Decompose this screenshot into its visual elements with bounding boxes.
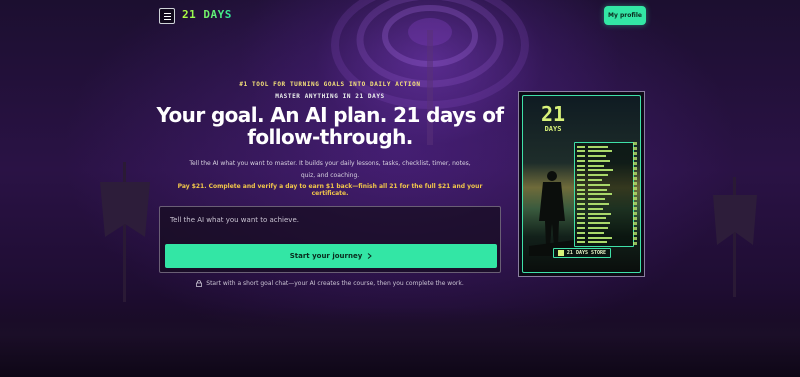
hero-headline: Your goal. An AI plan. 21 days of follow… xyxy=(156,103,505,149)
poster-schedule xyxy=(574,142,634,247)
hamburger-icon xyxy=(163,12,171,14)
goal-input[interactable]: Tell the AI what you want to achieve. xyxy=(170,216,299,224)
menu-button[interactable] xyxy=(159,8,175,24)
banner-silhouette-right xyxy=(713,177,757,297)
qr-code-icon xyxy=(557,250,564,256)
footnote: Start with a short goal chat—your AI cre… xyxy=(160,280,500,287)
my-profile-button[interactable]: My profile xyxy=(604,6,646,25)
poster-days-label: DAYS xyxy=(544,125,562,133)
eyebrow-tagline: #1 TOOL FOR TURNING GOALS INTO DAILY ACT… xyxy=(239,81,421,88)
pricing-note: Pay $21. Complete and verify a day to ea… xyxy=(177,183,483,197)
promo-poster: 21 DAYS 21 DAYS STORE xyxy=(518,91,645,277)
poster-store-badge: 21 DAYS STORE xyxy=(553,248,611,258)
lock-icon xyxy=(196,280,203,287)
goal-input-card: Tell the AI what you want to achieve. St… xyxy=(159,206,501,273)
top-navigation: 21 DAYS My profile xyxy=(0,0,800,34)
start-journey-label: Start your journey xyxy=(289,252,363,260)
banner-silhouette-left xyxy=(100,162,150,302)
start-journey-button[interactable]: Start your journey xyxy=(165,244,497,268)
hero-figure-silhouette xyxy=(529,170,575,256)
brand-logo[interactable]: 21 DAYS xyxy=(182,8,232,21)
ground-silhouette xyxy=(0,307,800,377)
poster-store-label: 21 DAYS STORE xyxy=(566,250,607,256)
poster-artwork: 21 DAYS 21 DAYS STORE xyxy=(522,95,641,273)
poster-side-text xyxy=(633,142,637,247)
poster-number: 21 xyxy=(540,102,566,126)
hero-description: Tell the AI what you want to master. It … xyxy=(189,160,471,179)
footnote-text: Start with a short goal chat—your AI cre… xyxy=(206,280,464,287)
chevron-right-icon xyxy=(367,253,373,259)
eyebrow-subtagline: MASTER ANYTHING IN 21 DAYS xyxy=(275,93,385,100)
